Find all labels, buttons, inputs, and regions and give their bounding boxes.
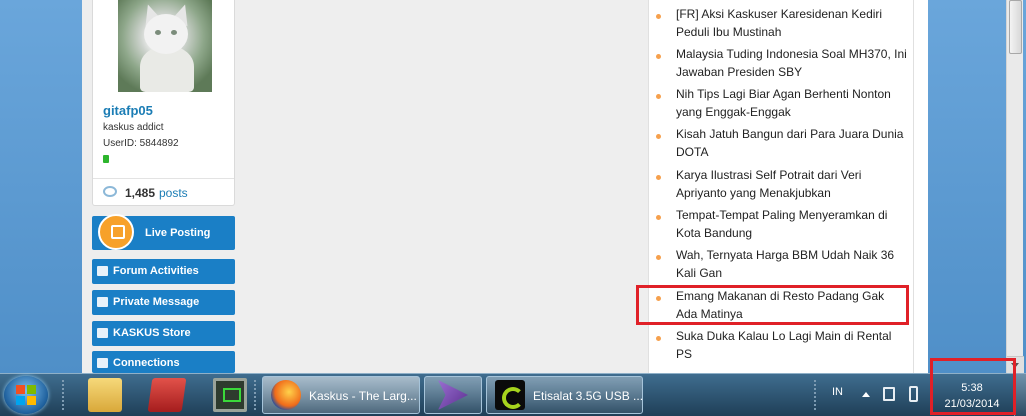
private-message-button[interactable]: Private Message — [92, 290, 235, 315]
bullet-icon — [656, 215, 661, 220]
thread-link[interactable]: Tempat-Tempat Paling Menyeramkan di Kota… — [676, 206, 908, 242]
speech-bubble-icon — [103, 186, 117, 197]
thread-link[interactable]: [FR] Aksi Kaskuser Karesidenan Kediri Pe… — [676, 5, 908, 41]
vertical-scrollbar[interactable] — [1006, 0, 1024, 373]
store-cart-icon — [97, 328, 108, 338]
network-icon[interactable] — [883, 387, 895, 401]
start-button[interactable] — [4, 376, 48, 414]
forum-activities-icon — [97, 266, 108, 276]
live-posting-button[interactable]: Live Posting — [92, 214, 235, 250]
bullet-icon — [656, 255, 661, 260]
kaskus-store-label: KASKUS Store — [113, 327, 191, 339]
firefox-icon — [271, 380, 301, 410]
thread-link[interactable]: Malaysia Tuding Indonesia Soal MH370, In… — [676, 45, 908, 81]
online-status-icon — [103, 155, 109, 163]
page-main-content — [242, 0, 648, 373]
bullet-icon — [656, 14, 661, 19]
taskbar-grip — [254, 380, 257, 410]
annotation-highlight — [636, 285, 909, 325]
live-posting-icon — [98, 214, 134, 250]
thread-link[interactable]: Wah, Ternyata Harga BBM Udah Naik 36 Kal… — [676, 246, 908, 282]
post-count-row[interactable]: 1,485 posts — [93, 178, 234, 205]
scrollbar-thumb[interactable] — [1009, 0, 1022, 54]
forum-activities-button[interactable]: Forum Activities — [92, 259, 235, 284]
book-icon[interactable] — [147, 378, 187, 412]
taskbar: Kaskus - The Larg... Etisalat 3.5G USB .… — [0, 373, 1026, 416]
posts-link[interactable]: posts — [159, 186, 188, 200]
private-message-icon — [97, 297, 108, 307]
live-posting-label: Live Posting — [145, 227, 211, 239]
etisalat-modem-icon — [495, 380, 525, 410]
post-count: 1,485 — [125, 186, 156, 200]
thread-link[interactable]: Karya Ilustrasi Self Potrait dari Veri A… — [676, 166, 908, 202]
battery-icon[interactable] — [909, 386, 918, 402]
user-id: UserID: 5844892 — [103, 138, 179, 149]
username-link[interactable]: gitafp05 — [103, 103, 153, 118]
thread-link[interactable]: Suka Duka Kalau Lo Lagi Main di Rental P… — [676, 327, 908, 363]
connections-button[interactable]: Connections — [92, 351, 235, 373]
forum-activities-label: Forum Activities — [113, 265, 199, 277]
bullet-icon — [656, 336, 661, 341]
connections-label: Connections — [113, 357, 180, 369]
bullet-icon — [656, 94, 661, 99]
user-title: kaskus addict — [103, 122, 164, 133]
folder-icon[interactable] — [88, 378, 122, 412]
taskbar-grip — [62, 380, 65, 410]
thread-link[interactable]: Nih Tips Lagi Biar Agan Berhenti Nonton … — [676, 85, 908, 121]
private-message-label: Private Message — [113, 296, 200, 308]
visual-studio-icon — [438, 380, 468, 410]
show-hidden-icons-icon[interactable] — [862, 392, 870, 397]
bullet-icon — [656, 54, 661, 59]
profile-card: gitafp05 kaskus addict UserID: 5844892 1… — [92, 0, 235, 206]
avatar[interactable] — [118, 0, 212, 92]
task-button-firefox[interactable]: Kaskus - The Larg... — [262, 376, 420, 414]
taskbar-grip — [814, 380, 817, 410]
annotation-highlight — [930, 358, 1016, 415]
bullet-icon — [656, 134, 661, 139]
task-button-visual-studio[interactable] — [424, 376, 482, 414]
task-label: Etisalat 3.5G USB ... — [533, 389, 644, 403]
kaskus-store-button[interactable]: KASKUS Store — [92, 321, 235, 346]
language-indicator[interactable]: IN — [832, 386, 843, 398]
task-label: Kaskus - The Larg... — [309, 389, 417, 403]
monitor-icon[interactable] — [213, 378, 247, 412]
connections-icon — [97, 358, 108, 368]
bullet-icon — [656, 175, 661, 180]
thread-link[interactable]: Kisah Jatuh Bangun dari Para Juara Dunia… — [676, 125, 908, 161]
task-button-etisalat[interactable]: Etisalat 3.5G USB ... — [486, 376, 643, 414]
